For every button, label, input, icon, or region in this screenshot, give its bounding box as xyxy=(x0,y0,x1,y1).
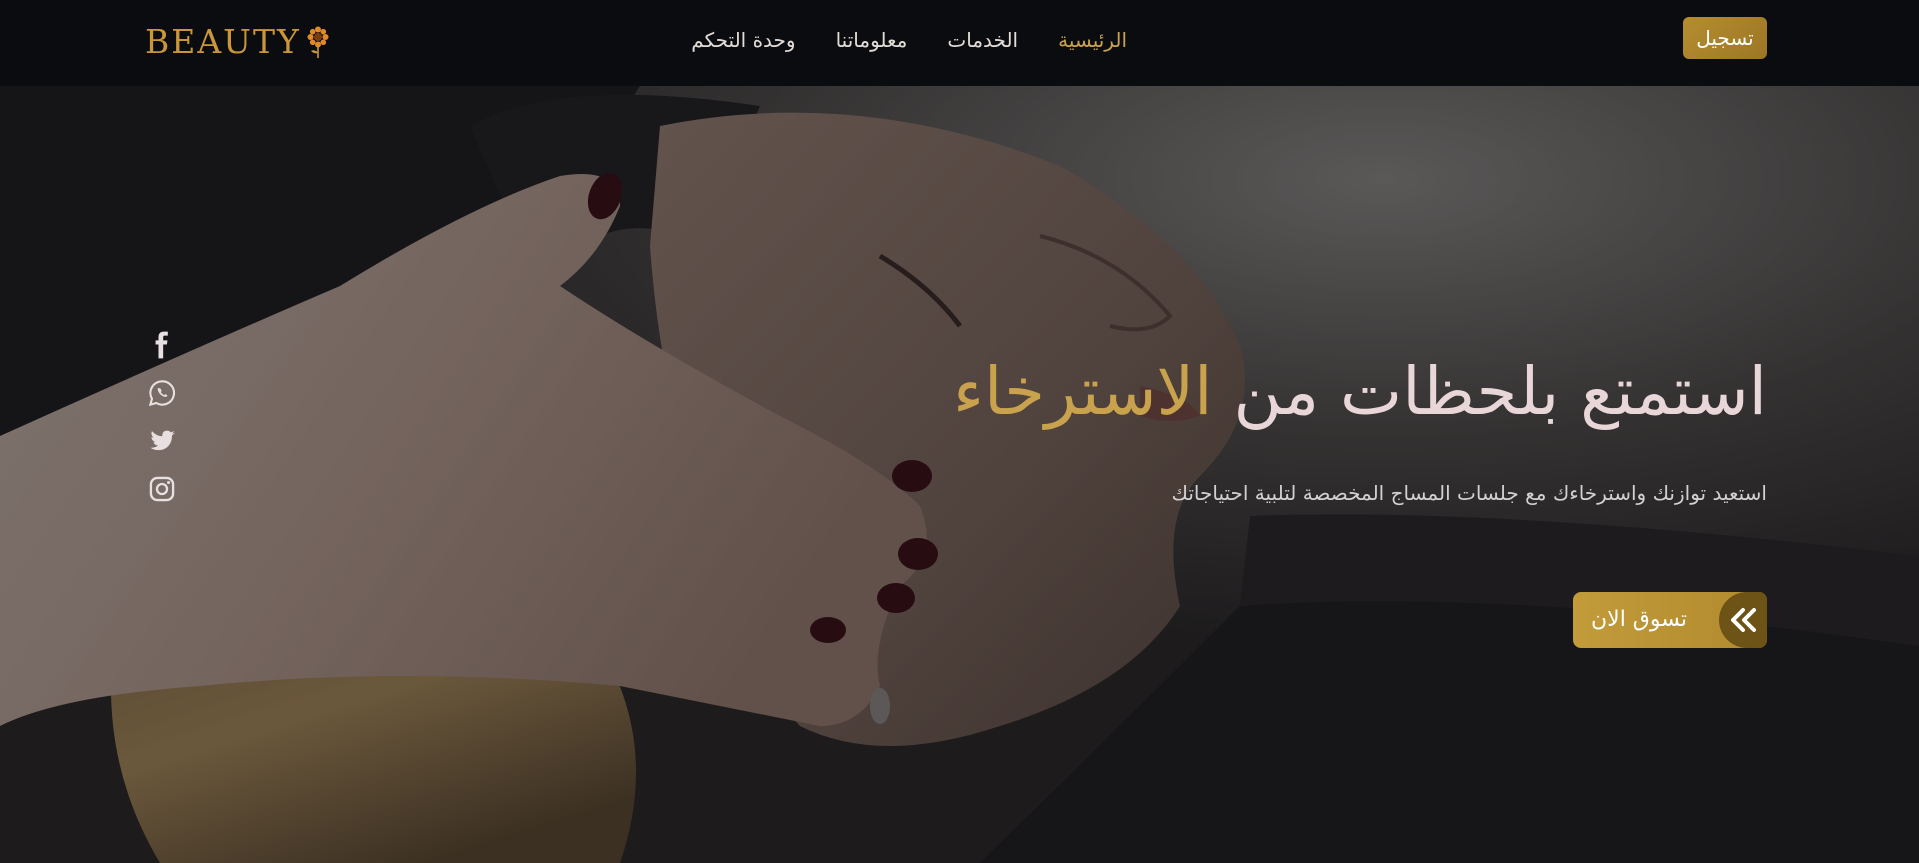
double-chevron-left-icon xyxy=(1731,608,1756,632)
twitter-icon[interactable] xyxy=(148,427,176,455)
nav-link-home[interactable]: الرئيسية xyxy=(1058,28,1127,52)
page: BEAUTY الرئيسية الخدمات معلوماتنا وحدة ا… xyxy=(0,0,1919,863)
hero-title-main: استمتع بلحظات من xyxy=(1233,353,1767,430)
logo-text: BEAUTY xyxy=(145,22,301,61)
nav-link-services[interactable]: الخدمات xyxy=(947,28,1018,52)
register-button[interactable]: تسجيل xyxy=(1683,17,1767,59)
shop-now-button[interactable]: تسوق الان xyxy=(1573,592,1767,648)
nav-link-dashboard[interactable]: وحدة التحكم xyxy=(691,28,795,52)
nav-link-about[interactable]: معلوماتنا xyxy=(836,28,908,52)
sunflower-icon xyxy=(307,26,329,58)
shop-now-label: تسوق الان xyxy=(1591,607,1687,632)
facebook-icon[interactable] xyxy=(148,331,176,359)
logo[interactable]: BEAUTY xyxy=(145,22,331,62)
hero-subtitle: استعيد توازنك واسترخاءك مع جلسات المساج … xyxy=(1171,481,1767,505)
hero-title-accent: الاسترخاء xyxy=(952,353,1213,430)
social-links xyxy=(148,331,176,503)
instagram-icon[interactable] xyxy=(148,475,176,503)
hero-title: استمتع بلحظات من الاسترخاء xyxy=(952,353,1767,430)
whatsapp-icon[interactable] xyxy=(148,379,176,407)
hero-section: استمتع بلحظات من الاسترخاء استعيد توازنك… xyxy=(0,86,1919,863)
main-nav: الرئيسية الخدمات معلوماتنا وحدة التحكم xyxy=(691,22,1127,58)
hero-overlay xyxy=(0,86,1919,863)
navbar: BEAUTY الرئيسية الخدمات معلوماتنا وحدة ا… xyxy=(0,0,1919,86)
